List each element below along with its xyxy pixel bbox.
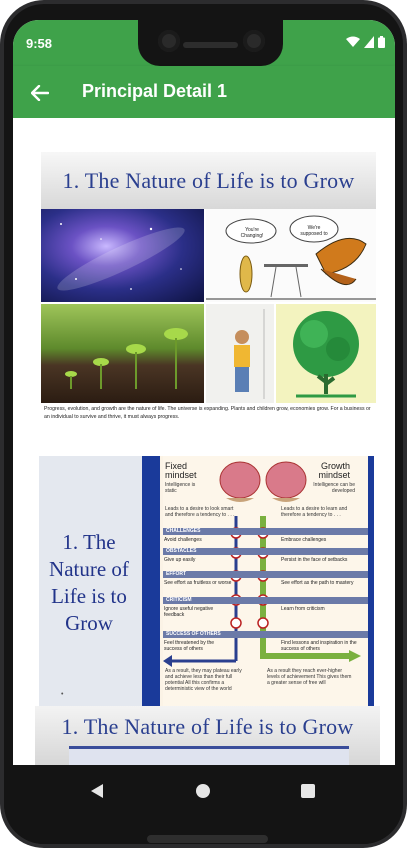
row-obstacles-bar: OBSTACLES (163, 548, 368, 555)
slide3-title: 1. The Nature of Life is to Grow (61, 714, 354, 739)
camera-notch (138, 20, 283, 66)
page-title: Principal Detail 1 (82, 81, 228, 101)
sprouts-graphic (65, 328, 188, 389)
slide-image-1: 1. The Nature of Life is to Grow You're … (41, 152, 376, 438)
slide3-image-top (69, 746, 349, 765)
row-obstacles-label: OBSTACLES (166, 548, 197, 554)
slide2-title-area: 1. The Nature of Life is to Grow (39, 456, 139, 709)
fixed-mindset-sub: Intelligence is static (165, 482, 196, 494)
front-camera-icon (158, 30, 180, 52)
cartoon-graphic (206, 215, 376, 300)
row-success-right: Find lessons and inspiration in the succ… (281, 640, 357, 652)
home-circle-icon (196, 784, 210, 798)
slide-bullet: • (61, 691, 64, 698)
growth-mindset-heading: Growth mindset (318, 461, 350, 480)
back-triangle-icon (91, 784, 103, 798)
row-effort-left: See effort as fruitless or worse (164, 580, 232, 586)
speech-bubble-left: You're Changing! (240, 227, 264, 239)
row-effort-bar: EFFORT (163, 571, 368, 578)
slide1-caption: Progress, evolution, and growth are the … (44, 406, 371, 420)
detail-content[interactable]: 1. The Nature of Life is to Grow You're … (13, 118, 395, 765)
arrow-back-icon (31, 85, 49, 101)
row-challenges-label: CHALLENGES (166, 528, 201, 534)
row-criticism-left: Ignore useful negative feedback (164, 606, 214, 618)
nav-home-button[interactable] (192, 780, 214, 802)
back-button[interactable] (25, 78, 55, 108)
speech-bubble-right: We're supposed to (300, 225, 328, 237)
phone-bezel: 9:58 Principal Detail 1 1. The Nature of… (4, 4, 403, 844)
mindset-panel: Fixed mindset Intelligence is static Gro… (163, 456, 368, 709)
growth-mindset-sub: Intelligence can be developed (313, 482, 355, 494)
row-success-bar: SUCCESS OF OTHERS (163, 631, 368, 638)
battery-icon (378, 36, 385, 48)
brains-graphic (219, 461, 307, 502)
phone-frame: 9:58 Principal Detail 1 1. The Nature of… (0, 0, 407, 848)
screen: 9:58 Principal Detail 1 1. The Nature of… (13, 20, 395, 765)
slide-image-2: 1. The Nature of Life is to Grow • Fixed… (39, 456, 374, 709)
row-challenges-bar: CHALLENGES (163, 528, 368, 535)
seedlings-image (41, 304, 204, 403)
row-effort-right: See effort as the path to mastery (281, 580, 354, 586)
row-criticism-label: CRITICISM (166, 597, 192, 603)
fixed-result: As a result, they may plateau early and … (165, 668, 242, 692)
signal-icon (364, 36, 374, 48)
galaxy-image (41, 209, 204, 302)
wifi-icon (346, 36, 360, 47)
row-criticism-right: Learn from criticism (281, 606, 325, 612)
slide3-header: 1. The Nature of Life is to Grow (35, 714, 380, 740)
growth-tree-image (276, 304, 376, 403)
bottom-speaker-grille (147, 835, 268, 843)
growth-result: As a result they reach ever-higher level… (267, 668, 352, 686)
earpiece-speaker (183, 42, 238, 48)
slide1-image-grid: You're Changing! We're supposed to (41, 209, 376, 403)
row-challenges-left: Avoid challenges (164, 537, 202, 543)
slide-image-3: 1. The Nature of Life is to Grow (35, 706, 380, 765)
row-criticism-bar: CRITICISM (163, 597, 368, 604)
row-challenges-right: Embrace challenges (281, 537, 327, 543)
nav-back-button[interactable] (86, 780, 108, 802)
system-nav-bar (4, 765, 403, 844)
slide1-header: 1. The Nature of Life is to Grow (41, 152, 376, 209)
child-height-image (206, 304, 274, 403)
recents-square-icon (301, 784, 315, 798)
row-obstacles-left: Give up easily (164, 557, 196, 563)
row-success-label: SUCCESS OF OTHERS (166, 631, 221, 637)
tree-graphic (293, 311, 359, 398)
row-effort-label: EFFORT (166, 571, 186, 577)
mindset-infographic: Fixed mindset Intelligence is static Gro… (142, 456, 374, 709)
row-obstacles-right: Persist in the face of setbacks (281, 557, 348, 563)
child-graphic (234, 309, 265, 399)
fixed-mindset-heading: Fixed mindset (165, 461, 197, 480)
stars-graphic (57, 223, 185, 291)
row-success-left: Feel threatened by the success of others (164, 640, 215, 652)
caterpillar-butterfly-cartoon: You're Changing! We're supposed to (206, 209, 376, 302)
slide2-title: 1. The Nature of Life is to Grow (49, 529, 129, 635)
app-bar: Principal Detail 1 (13, 66, 395, 118)
status-bar: 9:58 (13, 20, 395, 66)
status-icons (346, 36, 385, 48)
front-sensor-icon (243, 30, 265, 52)
nav-recents-button[interactable] (297, 780, 319, 802)
slide1-title: 1. The Nature of Life is to Grow (62, 167, 355, 193)
status-time: 9:58 (26, 36, 53, 51)
